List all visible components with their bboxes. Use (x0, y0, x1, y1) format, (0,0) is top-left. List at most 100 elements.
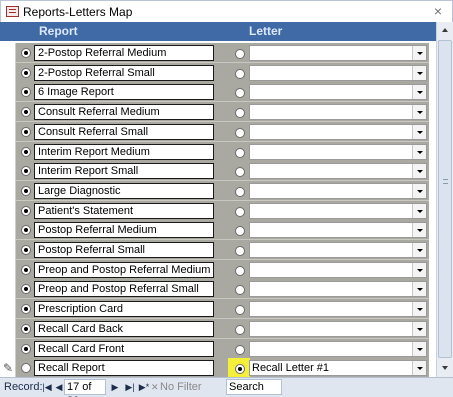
report-radio[interactable] (21, 147, 31, 157)
record-selector[interactable] (0, 82, 16, 102)
last-record-icon[interactable]: ▶| (124, 382, 136, 393)
record-position-field[interactable]: 17 of 20 (64, 379, 106, 397)
report-radio[interactable] (21, 344, 31, 354)
table-row[interactable]: 6 Image Report (0, 82, 436, 102)
table-row[interactable]: Preop and Postop Referral Small (0, 279, 436, 299)
report-name-field[interactable]: Postop Referral Medium (34, 222, 214, 238)
record-selector[interactable] (0, 240, 16, 260)
report-name-field[interactable]: Postop Referral Small (34, 242, 214, 258)
chevron-down-icon[interactable] (412, 145, 426, 159)
vertical-scrollbar[interactable] (436, 22, 453, 377)
chevron-down-icon[interactable] (412, 223, 426, 237)
next-record-icon[interactable]: ▶ (110, 382, 120, 393)
record-selector[interactable]: ✎ (0, 358, 16, 378)
letter-radio[interactable] (235, 128, 245, 138)
chevron-down-icon[interactable] (412, 105, 426, 119)
report-name-field[interactable]: Preop and Postop Referral Small (34, 281, 214, 297)
letter-combo-box[interactable] (249, 84, 427, 100)
letter-radio[interactable] (235, 266, 245, 276)
letter-combo-box[interactable] (249, 281, 427, 297)
chevron-down-icon[interactable] (412, 125, 426, 139)
chevron-down-icon[interactable] (412, 85, 426, 99)
chevron-down-icon[interactable] (412, 263, 426, 277)
chevron-down-icon[interactable] (412, 46, 426, 60)
letter-radio[interactable] (235, 285, 245, 295)
table-row[interactable]: Large Diagnostic (0, 181, 436, 201)
report-radio[interactable] (21, 186, 31, 196)
record-selector[interactable] (0, 181, 16, 201)
record-selector[interactable] (0, 201, 16, 221)
report-radio[interactable] (21, 245, 31, 255)
search-input[interactable]: Search (226, 379, 282, 395)
letter-combo-box[interactable] (249, 163, 427, 179)
record-selector[interactable] (0, 122, 16, 142)
report-name-field[interactable]: Large Diagnostic (34, 183, 214, 199)
scroll-up-icon[interactable] (437, 22, 453, 39)
close-button[interactable]: × (434, 3, 442, 19)
record-selector[interactable] (0, 142, 16, 162)
letter-combo-box[interactable] (249, 203, 427, 219)
table-row[interactable]: Interim Report Medium (0, 142, 436, 162)
report-radio[interactable] (21, 127, 31, 137)
report-radio[interactable] (21, 324, 31, 334)
report-radio[interactable] (21, 225, 31, 235)
letter-combo-box[interactable] (249, 222, 427, 238)
letter-radio[interactable] (235, 108, 245, 118)
scroll-down-icon[interactable] (437, 360, 453, 377)
letter-radio[interactable] (235, 305, 245, 315)
new-record-icon[interactable]: ▶* (138, 382, 150, 393)
letter-radio[interactable] (235, 364, 245, 374)
letter-combo-box[interactable] (249, 144, 427, 160)
letter-radio[interactable] (235, 226, 245, 236)
report-name-field[interactable]: Consult Referral Medium (34, 104, 214, 120)
report-name-field[interactable]: 6 Image Report (34, 84, 214, 100)
letter-radio[interactable] (235, 167, 245, 177)
report-name-field[interactable]: 2-Postop Referral Medium (34, 45, 214, 61)
report-radio[interactable] (21, 48, 31, 58)
letter-combo-box[interactable]: Recall Letter #1 (249, 360, 427, 376)
scroll-thumb[interactable] (438, 40, 452, 358)
report-name-field[interactable]: Preop and Postop Referral Medium (34, 262, 214, 278)
letter-combo-box[interactable] (249, 183, 427, 199)
report-name-field[interactable]: 2-Postop Referral Small (34, 65, 214, 81)
letter-radio[interactable] (235, 49, 245, 59)
chevron-down-icon[interactable] (412, 361, 426, 375)
chevron-down-icon[interactable] (412, 204, 426, 218)
record-selector[interactable] (0, 339, 16, 359)
letter-combo-box[interactable] (249, 104, 427, 120)
record-selector[interactable] (0, 319, 16, 339)
report-radio[interactable] (21, 284, 31, 294)
table-row[interactable]: 2-Postop Referral Small (0, 63, 436, 83)
letter-combo-box[interactable] (249, 45, 427, 61)
letter-radio[interactable] (235, 207, 245, 217)
chevron-down-icon[interactable] (412, 164, 426, 178)
letter-radio[interactable] (235, 325, 245, 335)
report-radio[interactable] (21, 206, 31, 216)
table-row[interactable]: Patient's Statement (0, 201, 436, 221)
report-name-field[interactable]: Recall Card Front (34, 341, 214, 357)
table-row[interactable]: ✎ Recall Report Recall Letter #1 (0, 358, 436, 378)
letter-combo-box[interactable] (249, 341, 427, 357)
letter-combo-box[interactable] (249, 262, 427, 278)
report-name-field[interactable]: Patient's Statement (34, 203, 214, 219)
table-row[interactable]: Preop and Postop Referral Medium (0, 260, 436, 280)
letter-radio[interactable] (235, 148, 245, 158)
table-row[interactable]: Prescription Card (0, 299, 436, 319)
report-radio[interactable] (21, 107, 31, 117)
record-selector[interactable] (0, 299, 16, 319)
letter-radio[interactable] (235, 246, 245, 256)
letter-radio[interactable] (235, 69, 245, 79)
chevron-down-icon[interactable] (412, 184, 426, 198)
chevron-down-icon[interactable] (412, 282, 426, 296)
letter-radio[interactable] (235, 187, 245, 197)
letter-radio[interactable] (235, 88, 245, 98)
letter-combo-box[interactable] (249, 321, 427, 337)
record-selector[interactable] (0, 102, 16, 122)
table-row[interactable]: Consult Referral Medium (0, 102, 436, 122)
report-name-field[interactable]: Recall Card Back (34, 321, 214, 337)
table-row[interactable]: Postop Referral Medium (0, 220, 436, 240)
letter-radio[interactable] (235, 345, 245, 355)
table-row[interactable]: Interim Report Small (0, 161, 436, 181)
table-row[interactable]: Postop Referral Small (0, 240, 436, 260)
chevron-down-icon[interactable] (412, 66, 426, 80)
